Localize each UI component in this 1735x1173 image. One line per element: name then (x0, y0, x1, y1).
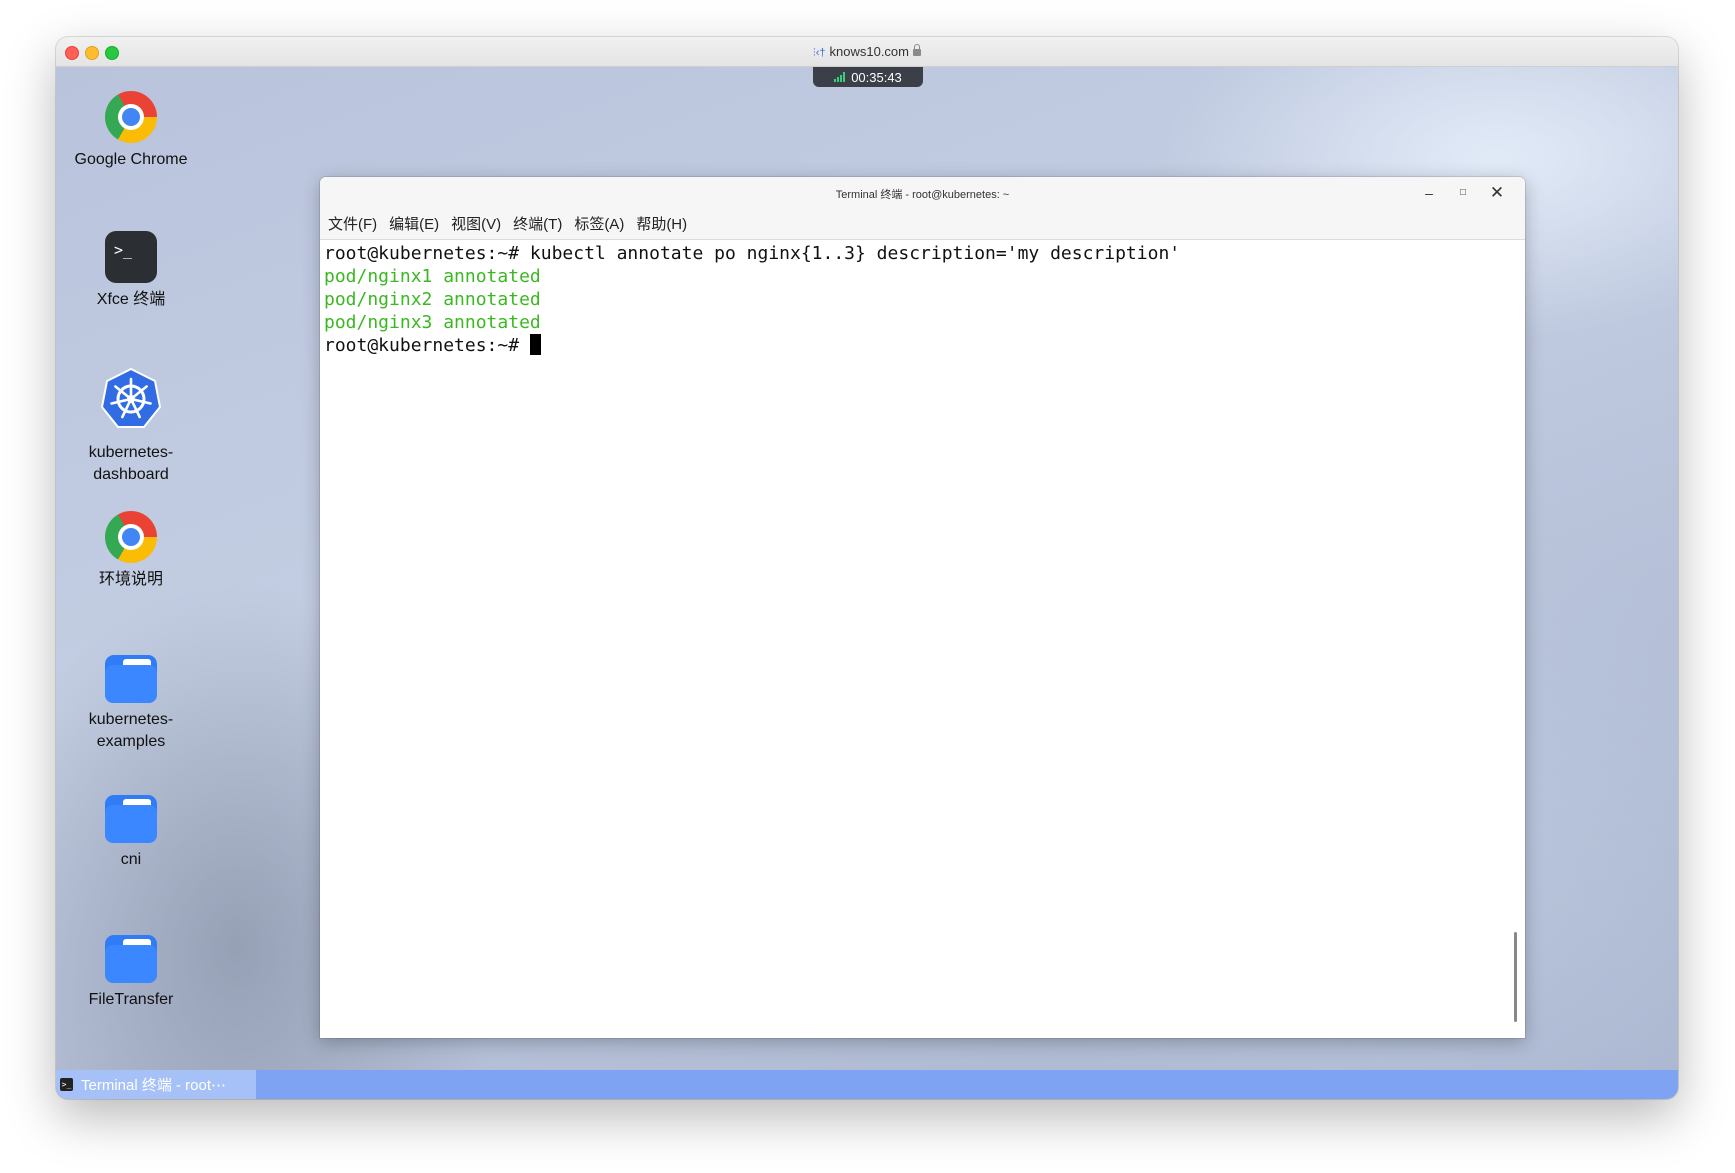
remote-desktop-icon: ⫶‹† (812, 47, 826, 59)
chrome-icon (105, 91, 157, 143)
session-timer: 00:35:43 (813, 67, 923, 87)
label-text: kubernetes- examples (88, 711, 174, 750)
desktop-icon-label: Google Chrome (74, 151, 188, 168)
desktop-icon-environment-notes[interactable]: 环境说明 (56, 511, 206, 591)
host-text: knows10.com (829, 44, 909, 59)
desktop-icon-label: cni (120, 851, 142, 868)
prompt-text: root@kubernetes:~# (324, 335, 530, 356)
terminal-command-line: root@kubernetes:~# kubectl annotate po n… (324, 243, 1181, 264)
folder-icon (105, 791, 157, 843)
desktop-icon-kubernetes-dashboard[interactable]: kubernetes- dashboard (56, 367, 206, 486)
menu-help[interactable]: 帮助(H) (636, 213, 687, 234)
terminal-prompt-line[interactable]: root@kubernetes:~# (324, 334, 1525, 357)
taskbar-item-label: Terminal 终端 - root⋯ (81, 1077, 227, 1094)
terminal-title: Terminal 终端 - root@kubernetes: ~ (835, 189, 1010, 201)
host-address: ⫶‹† knows10.com (56, 44, 1678, 60)
desktop-icon-filetransfer[interactable]: FileTransfer (56, 931, 206, 1011)
menu-edit[interactable]: 编辑(E) (389, 213, 439, 234)
terminal-window[interactable]: Terminal 终端 - root@kubernetes: ~ – □ ✕ 文… (320, 177, 1525, 1038)
folder-icon (105, 931, 157, 983)
menu-terminal[interactable]: 终端(T) (513, 213, 562, 234)
terminal-output[interactable]: root@kubernetes:~# kubectl annotate po n… (320, 240, 1525, 1028)
terminal-output-line: pod/nginx2 annotated (324, 289, 541, 310)
signal-icon (834, 72, 846, 82)
desktop-icon-label: kubernetes- examples (56, 709, 206, 753)
folder-icon (105, 651, 157, 703)
terminal-icon: >_ (60, 1078, 73, 1091)
taskbar-item-terminal[interactable]: >_ Terminal 终端 - root⋯ (56, 1070, 256, 1099)
desktop-icon-kubernetes-examples[interactable]: kubernetes- examples (56, 651, 206, 753)
terminal-icon: >_ (105, 231, 157, 283)
desktop-icon-google-chrome[interactable]: Google Chrome (56, 91, 206, 171)
minimize-icon[interactable]: – (1420, 184, 1438, 202)
desktop-icon-label: Xfce 终端 (96, 291, 166, 308)
terminal-titlebar[interactable]: Terminal 终端 - root@kubernetes: ~ – □ ✕ (320, 177, 1525, 208)
label-text: kubernetes- dashboard (88, 444, 174, 483)
terminal-output-line: pod/nginx3 annotated (324, 312, 541, 333)
terminal-output-line: pod/nginx1 annotated (324, 266, 541, 287)
desktop-icon-xfce-terminal[interactable]: >_ Xfce 终端 (56, 231, 206, 311)
menu-view[interactable]: 视图(V) (451, 213, 501, 234)
desktop-icon-label: kubernetes- dashboard (56, 442, 206, 486)
chrome-icon (105, 511, 157, 563)
remote-desktop-window: ⫶‹† knows10.com 00:35:43 Google Chrome >_… (56, 37, 1678, 1099)
menu-file[interactable]: 文件(F) (328, 213, 377, 234)
menu-tabs[interactable]: 标签(A) (574, 213, 624, 234)
desktop: 00:35:43 Google Chrome >_ Xfce 终端 kubern… (56, 67, 1678, 1099)
browser-titlebar: ⫶‹† knows10.com (56, 37, 1678, 67)
maximize-icon[interactable]: □ (1454, 184, 1472, 202)
kubernetes-icon (100, 367, 162, 428)
timer-text: 00:35:43 (851, 69, 902, 85)
desktop-icon-label: FileTransfer (88, 991, 174, 1008)
desktop-icon-label: 环境说明 (98, 571, 163, 588)
close-icon[interactable]: ✕ (1488, 184, 1506, 202)
text-cursor (529, 334, 541, 355)
terminal-menubar: 文件(F) 编辑(E) 视图(V) 终端(T) 标签(A) 帮助(H) (320, 208, 1525, 240)
lock-icon (913, 44, 921, 56)
terminal-scrollbar[interactable] (1514, 932, 1517, 1022)
taskbar: >_ Terminal 终端 - root⋯ (56, 1070, 1678, 1099)
desktop-icon-cni[interactable]: cni (56, 791, 206, 871)
